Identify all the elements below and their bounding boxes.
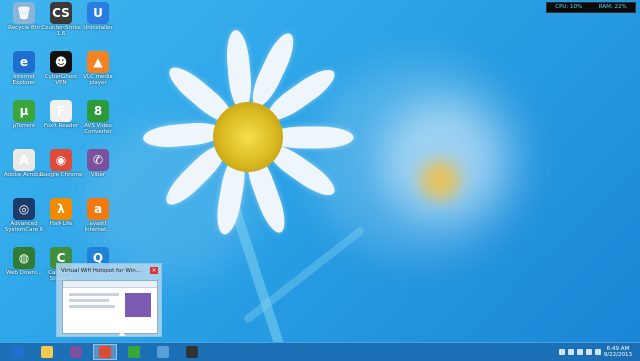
- app-icon: µ: [13, 100, 35, 122]
- taskbar: 6:49 AM 9/22/2013: [0, 342, 640, 361]
- daisy-blur-center: [420, 160, 460, 200]
- clock[interactable]: 6:49 AM 9/22/2013: [604, 346, 632, 358]
- app-icon: F: [50, 100, 72, 122]
- close-button[interactable]: ×: [150, 267, 158, 274]
- tray-up-arrow-icon[interactable]: [558, 349, 565, 355]
- taskbar-button[interactable]: [35, 344, 59, 360]
- app-icon: ▲: [87, 51, 109, 73]
- taskbar-button[interactable]: [151, 344, 175, 360]
- taskbar-thumbnail-preview[interactable]: Virtual Wifi Hotspot for Win... ×: [56, 263, 162, 337]
- taskbar-button[interactable]: [93, 344, 117, 360]
- volume-icon[interactable]: [576, 349, 583, 355]
- desktop-icon[interactable]: a avast! Internet...: [76, 198, 120, 244]
- taskbar-button[interactable]: [180, 344, 204, 360]
- app-icon: 🗑: [13, 2, 35, 24]
- app-icon: e: [13, 51, 35, 73]
- thumbnail-line: [69, 305, 115, 308]
- thumbnail-header: [63, 281, 157, 288]
- desktop-icon-label: avast! Internet...: [84, 221, 112, 233]
- system-tray: 6:49 AM 9/22/2013: [558, 343, 640, 361]
- clock-date: 9/22/2013: [603, 352, 632, 358]
- desktop-icon[interactable]: U Uninstaller: [76, 2, 120, 48]
- language-icon[interactable]: [594, 349, 601, 355]
- desktop-icon-label: Uninstaller: [83, 25, 113, 31]
- desktop[interactable]: CPU: 10% RAM: 22% 🗑 Recycle Bin CS Counter-…: [0, 0, 640, 342]
- desktop-icon[interactable]: ▲ VLC media player: [76, 51, 120, 97]
- app-icon: A: [13, 149, 35, 171]
- app-icon: ◍: [13, 247, 35, 269]
- desktop-icon-label: Viber: [90, 172, 106, 178]
- daisy-center: [213, 102, 283, 172]
- mouse-cursor-icon: [119, 330, 125, 336]
- app-icon: CS: [50, 2, 72, 24]
- taskbar-app-icon: [70, 346, 82, 358]
- taskbar-app-icon: [41, 346, 53, 358]
- app-icon: λ: [50, 198, 72, 220]
- window-thumbnail[interactable]: [62, 280, 158, 334]
- thumbnail-line: [69, 299, 109, 302]
- flag-icon[interactable]: [585, 349, 592, 355]
- daisy-petal: [224, 29, 254, 111]
- desktop-icon[interactable]: ✆ Viber: [76, 149, 120, 195]
- taskbar-app-icon: [157, 346, 169, 358]
- taskbar-button[interactable]: [64, 344, 88, 360]
- cpu-usage: CPU: 10%: [555, 4, 583, 10]
- thumbnail-image: [125, 293, 151, 317]
- taskbar-button[interactable]: [122, 344, 146, 360]
- app-icon: 8: [87, 100, 109, 122]
- app-icon: ☻: [50, 51, 72, 73]
- taskbar-app-icon: [12, 346, 24, 358]
- thumbnail-line: [69, 293, 119, 296]
- system-monitor-gadget: CPU: 10% RAM: 22%: [546, 2, 636, 13]
- desktop-icon-label: AVS Video Converter: [84, 123, 112, 135]
- app-icon: ✆: [87, 149, 109, 171]
- desktop-icon-label: VLC media player: [83, 74, 113, 86]
- taskbar-button[interactable]: [6, 344, 30, 360]
- taskbar-app-icon: [186, 346, 198, 358]
- app-icon: ◉: [50, 149, 72, 171]
- app-icon: ◎: [13, 198, 35, 220]
- network-icon[interactable]: [567, 349, 574, 355]
- app-icon: U: [87, 2, 109, 24]
- preview-title: Virtual Wifi Hotspot for Win...: [61, 268, 141, 274]
- taskbar-app-icon: [99, 346, 111, 358]
- taskbar-app-icon: [128, 346, 140, 358]
- desktop-icon[interactable]: 8 AVS Video Converter: [76, 100, 120, 146]
- ram-usage: RAM: 22%: [598, 4, 627, 10]
- app-icon: a: [87, 198, 109, 220]
